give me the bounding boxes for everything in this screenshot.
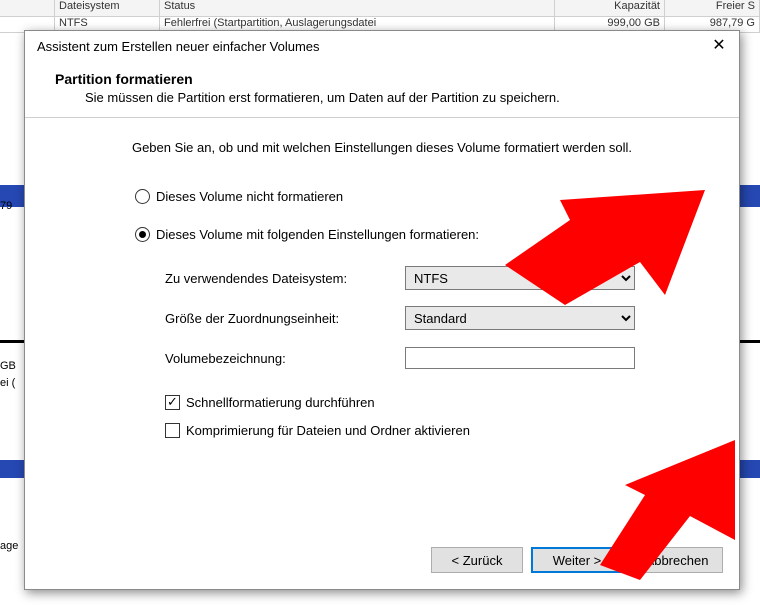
- wizard-header-title: Partition formatieren: [55, 71, 739, 87]
- cancel-button[interactable]: Abbrechen: [631, 547, 723, 573]
- side-text-2: GB: [0, 360, 16, 372]
- table-header-spacer: [0, 0, 55, 16]
- quick-format-label[interactable]: Schnellformatierung durchführen: [186, 395, 375, 410]
- table-header-capacity[interactable]: Kapazität: [555, 0, 665, 16]
- volume-label-label: Volumebezeichnung:: [165, 351, 405, 366]
- wizard-header-subtitle: Sie müssen die Partition erst formatiere…: [55, 87, 739, 105]
- back-button[interactable]: < Zurück: [431, 547, 523, 573]
- next-button[interactable]: Weiter >: [531, 547, 623, 573]
- radio-do-not-format[interactable]: [135, 189, 150, 204]
- compression-label[interactable]: Komprimierung für Dateien und Ordner akt…: [186, 423, 470, 438]
- radio-format-with-settings[interactable]: [135, 227, 150, 242]
- quick-format-checkbox[interactable]: [165, 395, 180, 410]
- volumes-table: Dateisystem Status Kapazität Freier S NT…: [0, 0, 760, 32]
- window-title: Assistent zum Erstellen neuer einfacher …: [37, 39, 320, 54]
- table-header-free[interactable]: Freier S: [665, 0, 760, 16]
- allocation-unit-combo[interactable]: Standard: [405, 306, 635, 330]
- radio-format-with-settings-label[interactable]: Dieses Volume mit folgenden Einstellunge…: [156, 227, 479, 242]
- volume-label-input[interactable]: [405, 347, 635, 369]
- table-header-fs[interactable]: Dateisystem: [55, 0, 160, 16]
- new-simple-volume-wizard: Assistent zum Erstellen neuer einfacher …: [24, 30, 740, 590]
- compression-checkbox[interactable]: [165, 423, 180, 438]
- side-text-3: ei (: [0, 377, 15, 389]
- close-icon[interactable]: ✕: [707, 35, 731, 57]
- allocation-unit-label: Größe der Zuordnungseinheit:: [165, 311, 405, 326]
- side-text-4: age: [0, 540, 18, 552]
- wizard-header: Partition formatieren Sie müssen die Par…: [25, 61, 739, 118]
- side-text-1: 79: [0, 200, 12, 212]
- filesystem-combo[interactable]: NTFS: [405, 266, 635, 290]
- filesystem-label: Zu verwendendes Dateisystem:: [165, 271, 405, 286]
- wizard-intro-text: Geben Sie an, ob und mit welchen Einstel…: [55, 140, 709, 181]
- radio-do-not-format-label[interactable]: Dieses Volume nicht formatieren: [156, 189, 343, 204]
- table-header-status[interactable]: Status: [160, 0, 555, 16]
- titlebar[interactable]: Assistent zum Erstellen neuer einfacher …: [25, 31, 739, 61]
- wizard-button-row: < Zurück Weiter > Abbrechen: [431, 547, 723, 573]
